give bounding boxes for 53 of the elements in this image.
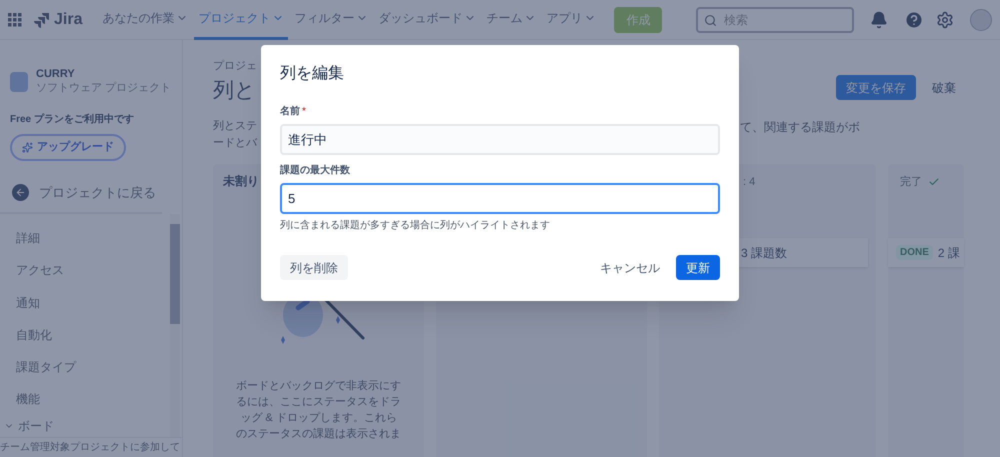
page-title: 列と (213, 78, 257, 104)
nav-menu-item[interactable]: あなたの作業 (98, 0, 192, 40)
sidebar-item[interactable]: 自動化 (0, 318, 170, 351)
field-label: 課題の最大件数 (280, 164, 350, 178)
sidebar-item[interactable]: 詳細 (0, 222, 170, 254)
column-title: 未割り (223, 173, 260, 190)
breadcrumb[interactable]: プロジェ (213, 58, 257, 74)
settings-icon[interactable] (936, 10, 954, 28)
sparkle-icon (22, 142, 33, 152)
update-button[interactable]: 更新 (676, 255, 720, 280)
card-text: 3 課題数 (741, 244, 788, 262)
column-title: 完了 (900, 174, 922, 190)
scrollbar[interactable] (170, 214, 180, 437)
sidebar-item[interactable]: 課題タイプ (0, 350, 170, 384)
nav-menu-item[interactable]: チーム (482, 0, 540, 40)
sidebar-item[interactable]: 機能 (0, 383, 170, 416)
project-type: ソフトウェア プロジェクト (36, 82, 172, 96)
create-button[interactable]: 作成 (614, 6, 662, 32)
nav-menu-item[interactable]: アプリ (542, 0, 600, 40)
dialog-title: 列を編集 (280, 64, 345, 84)
sidebar-group[interactable]: ボード (0, 415, 170, 437)
nav-menu-item[interactable]: ダッシュボード (374, 0, 480, 40)
sidebar-item[interactable]: アクセス (0, 254, 170, 286)
text-input-field[interactable]: 5 (280, 183, 720, 214)
field-label: 名前 (280, 104, 300, 119)
helper-text: 列に含まれる課題が多すぎる場合に列がハイライトされます (280, 218, 551, 233)
footer-text: チーム管理対象プロジェクトに参加して (0, 440, 180, 455)
search-icon (704, 14, 717, 26)
column-title: : 4 (743, 174, 756, 190)
card-text: 2 課 (938, 244, 960, 262)
plan-text: Free プランをご利用中です (9, 112, 135, 126)
status-badge: DONE (896, 245, 933, 260)
upgrade-button[interactable]: アップグレード (10, 134, 126, 160)
status-card[interactable]: DONE 2 課 (888, 238, 964, 267)
project-avatar (10, 72, 28, 92)
app-name[interactable]: Jira (54, 8, 82, 32)
description-text: て、関連する課題がボ (740, 119, 860, 136)
required-asterisk: * (302, 105, 306, 119)
delete-column-button[interactable]: 列を削除 (280, 255, 348, 280)
project-name: CURRY (36, 68, 76, 82)
empty-column-message: ボードとバックログで非表示にするには、ここにステータスをドラッグ & ドロップします。これらのステータスの課題は表示されま (235, 379, 402, 442)
text-input-field[interactable]: 進行中 (280, 124, 720, 155)
notification-icon[interactable] (870, 10, 888, 28)
description-text: ードとバ (213, 136, 257, 151)
help-icon[interactable] (904, 10, 924, 30)
discard-button[interactable]: 破棄 (924, 75, 964, 100)
description-text: 列とステ (213, 119, 257, 134)
app-grid-icon[interactable] (8, 12, 22, 26)
save-changes-button[interactable]: 変更を保存 (836, 75, 916, 100)
back-link[interactable]: プロジェクトに戻る (12, 182, 170, 202)
nav-menu-item[interactable]: フィルター (290, 0, 372, 40)
logo-icon (34, 12, 50, 28)
sidebar-item[interactable]: 通知 (0, 286, 170, 319)
